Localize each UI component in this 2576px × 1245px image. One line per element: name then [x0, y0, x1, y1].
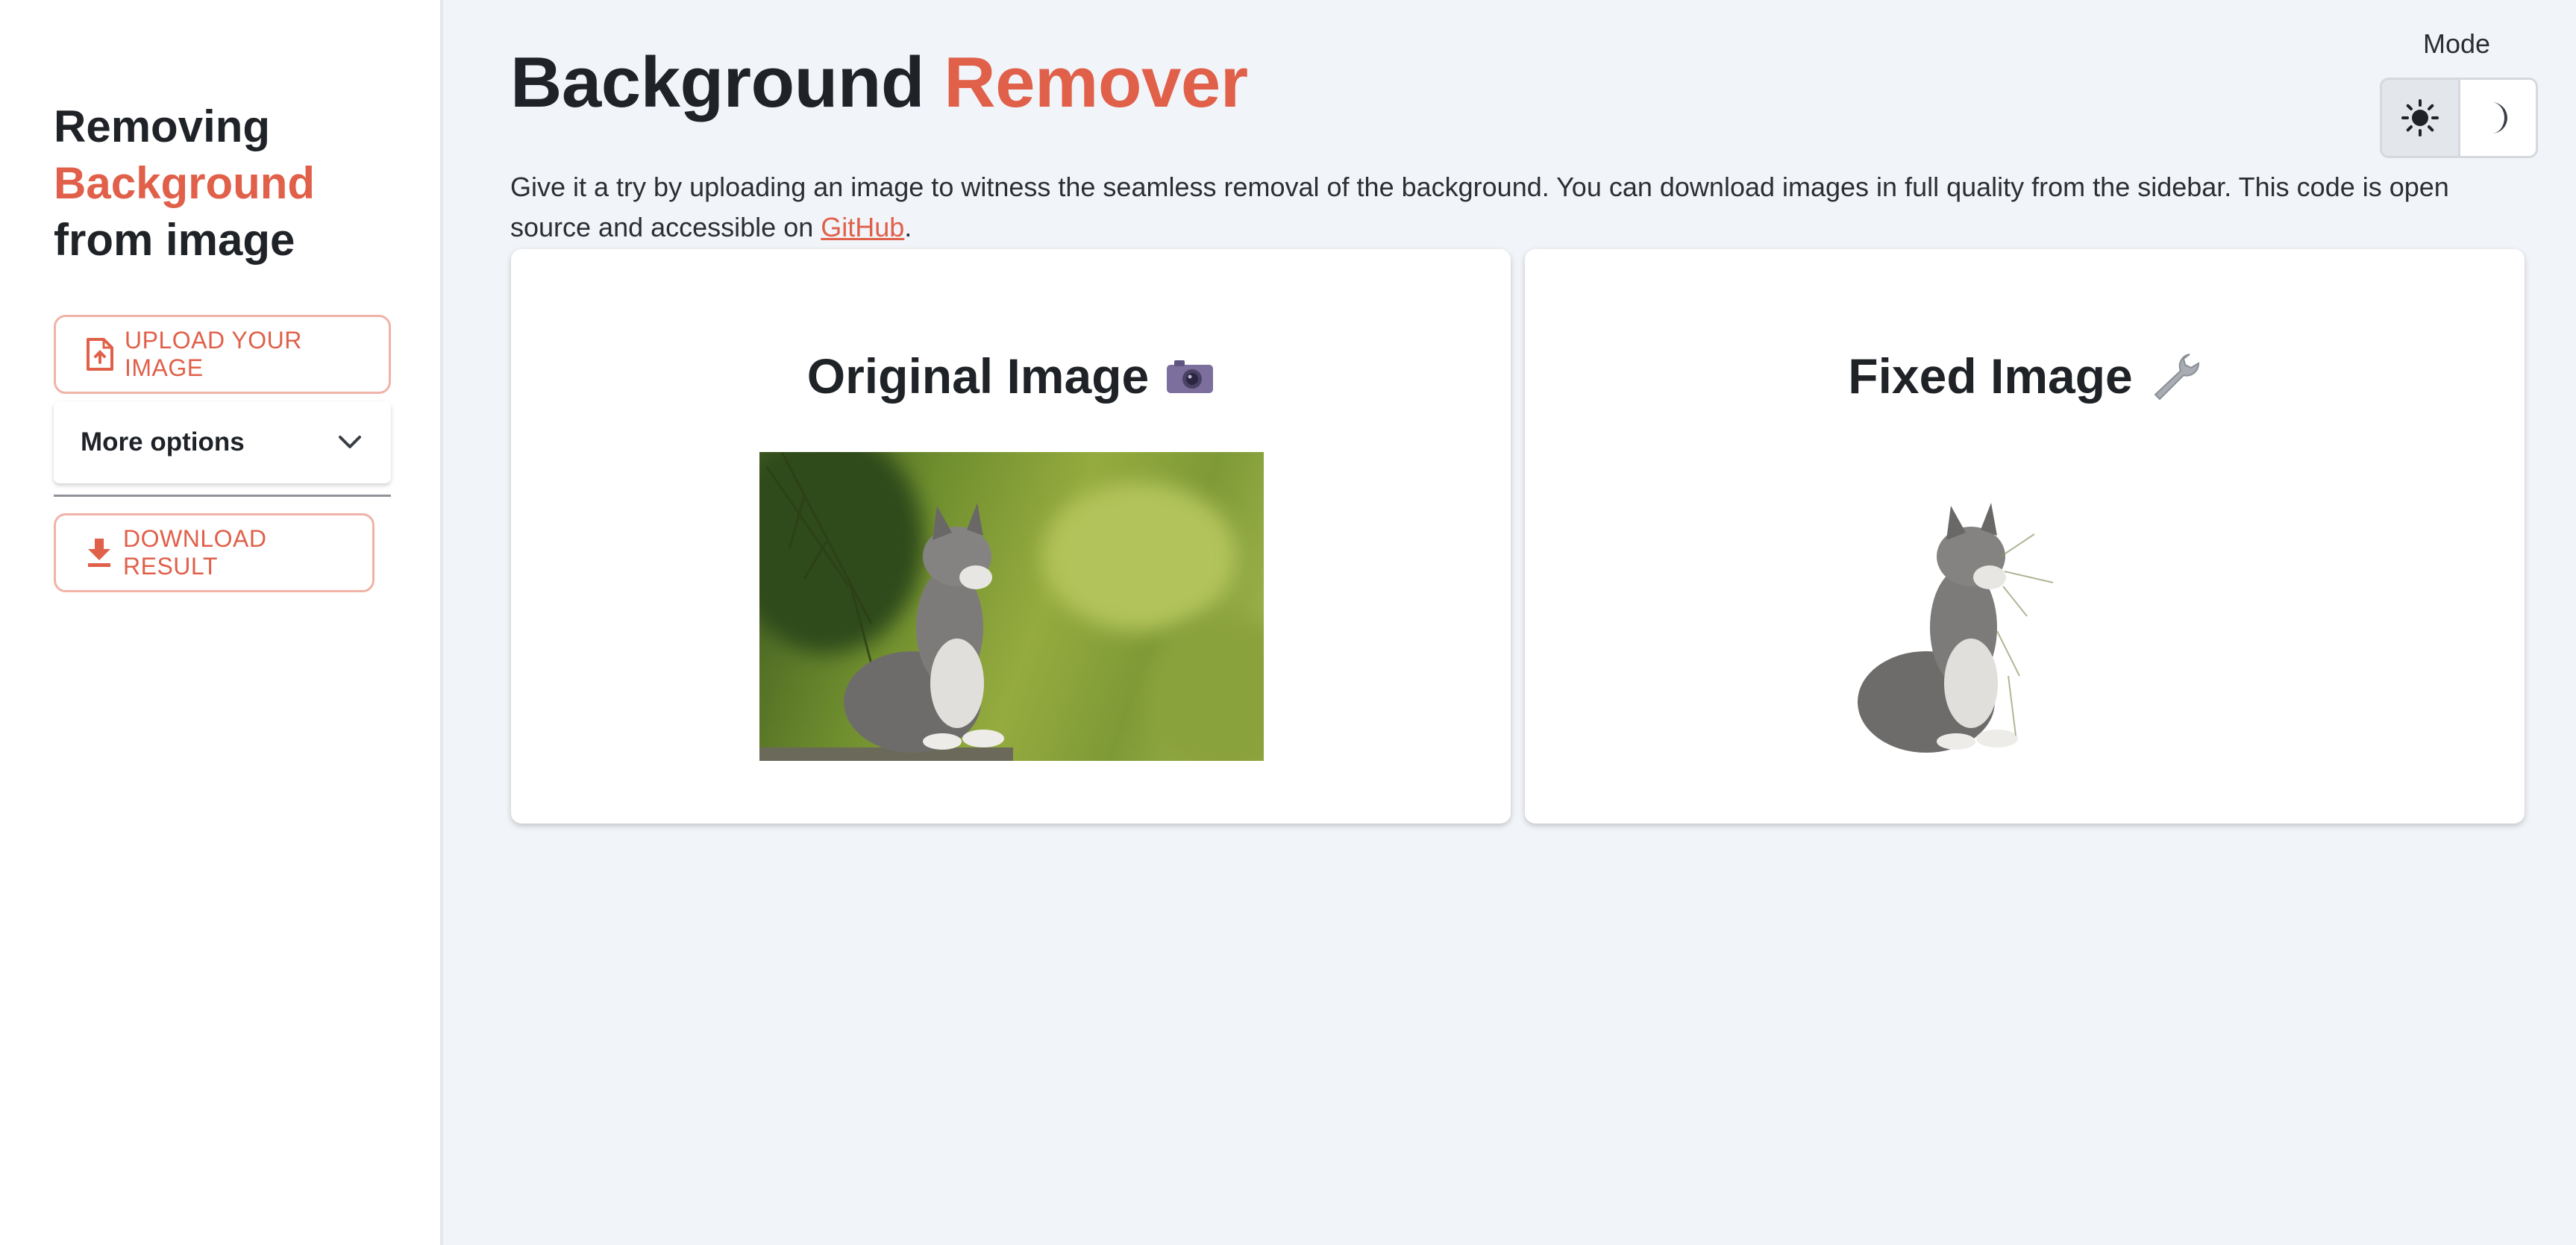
- app: Removing Background from image UPLOAD YO…: [0, 0, 2576, 1245]
- description-end: .: [904, 212, 912, 242]
- file-upload-icon: [87, 338, 113, 371]
- wrench-icon: [2154, 354, 2199, 401]
- original-image: [759, 452, 1264, 761]
- github-link[interactable]: GitHub: [821, 212, 904, 242]
- download-result-label: DOWNLOAD RESULT: [123, 525, 267, 580]
- sidebar-title-line2: Background: [54, 158, 316, 208]
- moon-icon: [2492, 102, 2508, 134]
- page-title-part1: Background: [510, 43, 925, 122]
- sidebar-title-line1: Removing: [54, 101, 271, 151]
- sidebar: Removing Background from image UPLOAD YO…: [0, 0, 443, 1245]
- download-result-button[interactable]: DOWNLOAD RESULT: [54, 513, 375, 592]
- page-description: Give it a try by uploading an image to w…: [510, 167, 2525, 248]
- fixed-image-title: Fixed Image: [1848, 348, 2133, 404]
- upload-image-label: UPLOAD YOUR IMAGE: [125, 327, 302, 381]
- sidebar-title-line3: from image: [54, 215, 295, 265]
- dark-mode-button[interactable]: [2460, 80, 2536, 156]
- sun-icon: [2401, 99, 2439, 137]
- chevron-down-icon: [339, 436, 361, 448]
- upload-image-button[interactable]: UPLOAD YOUR IMAGE: [54, 315, 391, 394]
- light-mode-button[interactable]: [2382, 80, 2460, 156]
- more-options-expander[interactable]: More options: [54, 401, 391, 483]
- more-options-label: More options: [81, 427, 245, 457]
- sidebar-divider: [54, 495, 391, 497]
- fixed-image: [1858, 503, 2054, 753]
- original-image-card: Original Image: [511, 249, 1511, 824]
- original-image-title: Original Image: [806, 348, 1150, 404]
- mode-label: Mode: [2423, 28, 2491, 59]
- page-title-part2: Remover: [944, 43, 1248, 122]
- sidebar-title: Removing Background from image: [54, 98, 412, 269]
- mode-toggle[interactable]: [2380, 78, 2538, 158]
- camera-icon: [1167, 360, 1214, 393]
- fixed-image-heading: Fixed Image: [1525, 348, 2525, 404]
- page-title: Background Remover: [510, 42, 1248, 124]
- description-text: Give it a try by uploading an image to w…: [510, 172, 2449, 242]
- download-icon: [88, 539, 110, 567]
- fixed-image-card: Fixed Image: [1525, 249, 2525, 824]
- original-image-heading: Original Image: [511, 348, 1511, 404]
